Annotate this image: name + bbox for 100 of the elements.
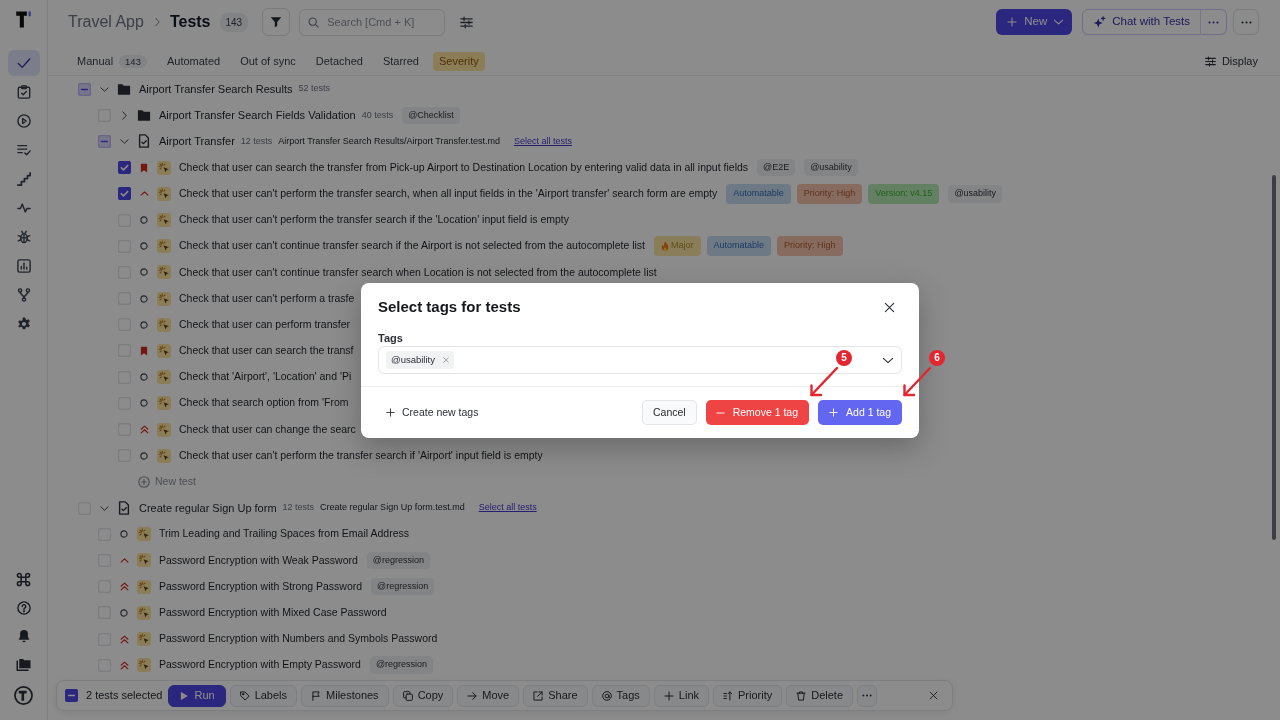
checkbox[interactable] [117, 161, 131, 175]
fire-icon [661, 241, 669, 252]
test-title[interactable]: Check that user can't perform the transfer search if the 'Location' input field is empty [179, 212, 570, 228]
test-title[interactable]: Check that user can search the transfer from Pick-up Airport to Destination Location by entering valid data in all input fields [179, 159, 749, 176]
chevron-down-icon[interactable] [99, 503, 109, 513]
remove-icon[interactable] [442, 357, 449, 363]
cursor-click-icon [137, 632, 151, 647]
play-circle-icon [16, 114, 31, 128]
action-button[interactable]: Link [653, 684, 709, 707]
action-button[interactable]: Delete [786, 684, 854, 707]
test-title[interactable]: Check that user can't perform the transfer search if 'Airport' input field is empty [179, 447, 543, 464]
tag-chip: @Checklist [402, 106, 460, 125]
cancel-button[interactable]: Cancel [642, 400, 697, 425]
sliders-button[interactable] [460, 15, 474, 29]
remove-button[interactable]: Remove 1 tag [705, 400, 810, 425]
folder-name[interactable]: Airport Transfer Search Results [139, 80, 293, 98]
help-icon[interactable] [16, 601, 31, 615]
file-name[interactable]: Create regular Sign Up form [139, 499, 277, 517]
file-path: Create regular Sign Up form.test.md [320, 501, 465, 515]
cursor-click-icon [137, 605, 151, 620]
more-icon [862, 694, 873, 697]
tab[interactable]: Detached [309, 51, 369, 72]
tag-icon [239, 690, 250, 701]
callout-arrow [902, 366, 932, 397]
test-count: 12 tests [240, 134, 273, 148]
test-title[interactable]: Password Encryption with Mixed Case Password [159, 604, 387, 621]
close-icon [884, 301, 895, 313]
scrollbar-thumb[interactable] [1272, 175, 1276, 540]
checkbox[interactable] [97, 134, 111, 148]
test-title[interactable]: Password Encryption with Numbers and Symbols Password [159, 631, 438, 647]
chevron-right-icon[interactable] [119, 110, 129, 120]
folder-icon [117, 82, 131, 96]
tab[interactable]: Starred [376, 51, 425, 72]
folder-name[interactable]: Airport Transfer Search Fields Validation [159, 107, 356, 124]
close-icon [929, 691, 938, 700]
new-button[interactable]: New [996, 9, 1073, 35]
flag-icon [311, 690, 322, 701]
test-title[interactable]: Check that user can search the transf [179, 343, 354, 359]
run-button[interactable]: Run [168, 684, 226, 707]
test-title[interactable]: Trim Leading and Trailing Spaces from Email Address [159, 526, 409, 543]
label-chip: Priority: High [796, 184, 863, 204]
checkmark-icon [16, 56, 31, 70]
command-icon[interactable] [16, 572, 31, 587]
test-title[interactable]: Check that search option from 'From [179, 395, 349, 412]
action-button[interactable]: Copy [392, 684, 454, 707]
select-all-link[interactable]: Select all tests [513, 134, 572, 149]
checkbox[interactable] [117, 187, 131, 201]
test-title[interactable]: Check that user can't perform a trasfe [179, 290, 355, 307]
create-tags-button[interactable]: Create new tags [378, 404, 487, 421]
filter-button[interactable] [262, 8, 291, 36]
action-button[interactable]: Tags [591, 684, 650, 707]
tab[interactable]: Manual 143 [71, 51, 153, 72]
tab[interactable]: Severity [432, 51, 485, 72]
action-button[interactable]: Milestones [301, 684, 389, 707]
test-title[interactable]: Check that user can perform transfer [179, 316, 350, 333]
display-button[interactable]: Display [1204, 53, 1258, 70]
test-count: 40 tests [361, 108, 394, 122]
at-sign-icon [601, 690, 612, 701]
test-title[interactable]: Check that user can't continue transfer search when Location is not selected from the autocomplete list [179, 264, 657, 281]
stairs-icon [16, 172, 31, 186]
action-button[interactable]: Labels [229, 684, 298, 707]
bell-icon[interactable] [16, 629, 31, 643]
chat-button[interactable]: Chat with Tests [1082, 9, 1201, 35]
tag-chip[interactable]: @usability [386, 350, 454, 370]
sliders-icon [1204, 56, 1216, 67]
checkbox[interactable] [77, 82, 91, 96]
test-title[interactable]: Password Encryption with Weak Password [159, 552, 358, 569]
tag-chip: @usability [948, 185, 1003, 203]
tab[interactable]: Automated [160, 51, 227, 72]
action-button[interactable]: Move [457, 684, 520, 707]
file-name[interactable]: Airport Transfer [159, 133, 235, 150]
label-chip: Version: v4.15 [868, 184, 940, 204]
chevron-down-icon[interactable] [99, 84, 109, 94]
cursor-click-icon [137, 579, 151, 594]
add-button[interactable]: Add 1 tag [818, 400, 902, 425]
cursor-click-icon [157, 239, 171, 254]
test-title[interactable]: Password Encryption with Strong Password [159, 578, 363, 595]
close-button[interactable] [884, 301, 895, 313]
cursor-click-icon [137, 527, 151, 542]
tag-chip: @usability [804, 158, 858, 177]
search-field[interactable]: Search [Cmd + K] [299, 8, 446, 36]
chevron-down-icon[interactable] [119, 136, 129, 146]
filter-icon [270, 16, 283, 28]
nav-button[interactable] [7, 50, 40, 76]
select-all-link[interactable]: Select all tests [478, 501, 537, 515]
circle-logo-icon[interactable] [14, 686, 33, 705]
test-title[interactable]: Check that user can change the searc [179, 421, 356, 438]
test-title[interactable]: Check that user can't perform the transfer search, when all input fields in the 'Airport transfer' search form are empty [179, 185, 718, 202]
breadcrumb-link[interactable]: Travel App [68, 10, 144, 34]
folders-icon[interactable] [16, 657, 31, 672]
test-title[interactable]: Password Encryption with Empty Password [159, 657, 361, 674]
cursor-click-icon [157, 213, 171, 228]
action-button[interactable]: Share [523, 684, 588, 707]
tab[interactable]: Out of sync [234, 51, 302, 72]
more-button[interactable] [1233, 9, 1259, 35]
checkbox[interactable] [65, 689, 78, 702]
test-title[interactable]: Check that 'Airport', 'Location' and 'Pi [179, 369, 352, 386]
action-button[interactable]: Priority [713, 684, 783, 707]
test-title[interactable]: Check that user can't continue transfer search if the Airport is not selected from the autocomplete list [179, 238, 645, 255]
cursor-click-icon [157, 396, 171, 411]
